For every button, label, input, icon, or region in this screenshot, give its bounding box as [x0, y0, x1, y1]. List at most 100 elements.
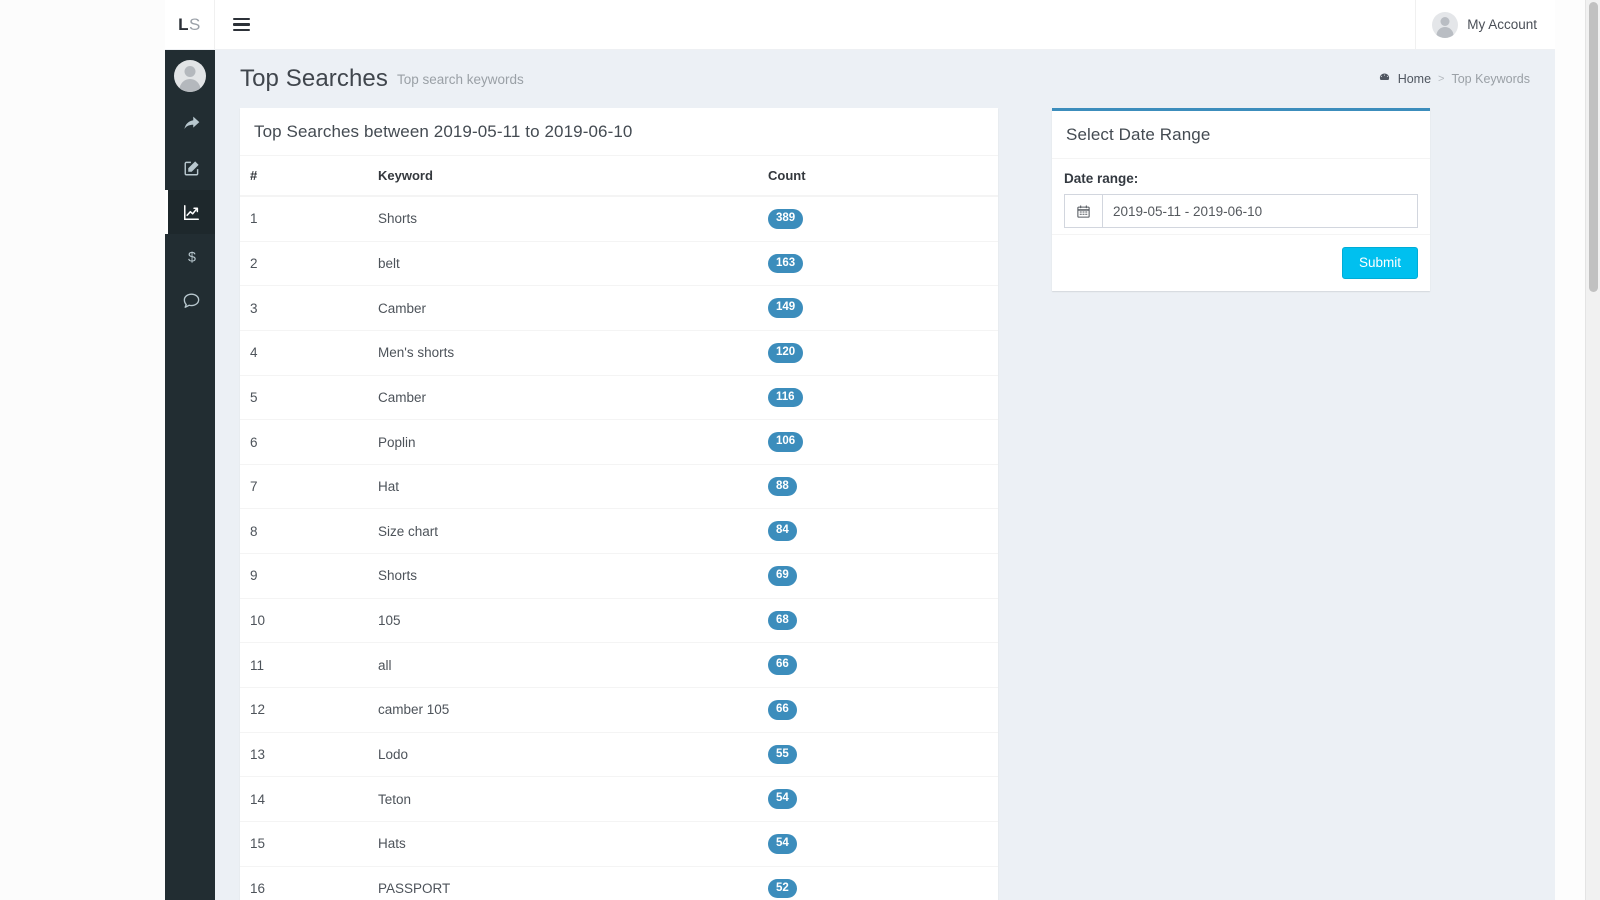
- cell-keyword: Men's shorts: [368, 329, 758, 376]
- cell-keyword: Camber: [368, 374, 758, 420]
- table-head: # Keyword Count: [240, 156, 998, 197]
- sidebar-item-edit[interactable]: [165, 146, 215, 190]
- date-range-panel-footer: Submit: [1052, 234, 1430, 291]
- date-range-form: Date range:: [1052, 159, 1430, 234]
- top-keywords-table: # Keyword Count 1 Shorts 389 2 belt 163 3 Cambe…: [240, 156, 998, 900]
- cell-index: 16: [240, 865, 368, 900]
- calendar-icon[interactable]: [1065, 195, 1103, 227]
- column-header-count: Count: [758, 156, 998, 197]
- cell-keyword: Hat: [368, 463, 758, 509]
- count-badge: 116: [768, 387, 803, 408]
- date-range-input-group[interactable]: [1064, 194, 1418, 228]
- hamburger-menu-icon[interactable]: [215, 0, 267, 49]
- column-header-index: #: [240, 156, 368, 197]
- top-searches-panel-header: Top Searches between 2019-05-11 to 2019-…: [240, 108, 998, 156]
- top-searches-panel-body: # Keyword Count 1 Shorts 389 2 belt 163 3 Cambe…: [240, 156, 998, 900]
- cell-count: 84: [758, 508, 998, 554]
- table-row: 12 camber 105 66: [240, 687, 998, 733]
- count-badge: 68: [768, 610, 797, 631]
- cell-keyword: PASSPORT: [368, 865, 758, 900]
- count-badge: 55: [768, 744, 797, 765]
- count-badge: 389: [768, 209, 804, 229]
- account-menu[interactable]: My Account: [1415, 0, 1555, 49]
- window-scrollbar[interactable]: [1585, 0, 1600, 900]
- count-badge: 69: [768, 566, 797, 586]
- table-row: 6 Poplin 106: [240, 419, 998, 465]
- breadcrumb-current: Top Keywords: [1451, 72, 1530, 86]
- window-scrollbar-thumb[interactable]: [1589, 2, 1598, 292]
- sidebar-item-revenue[interactable]: $: [165, 234, 215, 278]
- count-badge: 54: [768, 833, 797, 854]
- count-badge: 52: [768, 878, 797, 899]
- table-row: 14 Teton 54: [240, 776, 998, 822]
- page-title: Top Searches: [240, 65, 388, 92]
- count-badge: 66: [768, 655, 797, 676]
- dashboard-icon: [1378, 71, 1391, 87]
- date-range-panel: Select Date Range Date range: 2019-05-11…: [1052, 108, 1430, 291]
- cell-count: 66: [758, 687, 998, 733]
- cell-keyword: Hats: [368, 820, 758, 867]
- sidebar-item-share-forward[interactable]: [165, 102, 215, 146]
- top-navbar: LS My Account: [165, 0, 1555, 50]
- cell-keyword: Shorts: [368, 553, 758, 599]
- sidebar-item-messages[interactable]: [165, 278, 215, 322]
- cell-count: 106: [758, 419, 998, 465]
- cell-keyword: belt: [368, 240, 758, 286]
- cell-index: 15: [240, 820, 368, 867]
- count-badge: 88: [768, 476, 797, 497]
- cell-count: 54: [758, 820, 998, 867]
- share-arrow-icon: [182, 114, 202, 134]
- table-row: 7 Hat 88: [240, 463, 998, 509]
- cell-index: 11: [240, 642, 368, 688]
- submit-button[interactable]: Submit: [1341, 247, 1418, 279]
- table-row: 8 Size chart 84: [240, 508, 998, 554]
- cell-keyword: 105: [368, 597, 758, 643]
- cell-index: 9: [240, 553, 368, 599]
- chart-line-icon: [182, 203, 201, 222]
- left-gutter: [0, 0, 165, 900]
- content-header: Top Searches Top search keywords Home > …: [215, 50, 1555, 108]
- table-header-row: # Keyword Count: [240, 156, 998, 197]
- top-searches-panel-title: Top Searches between 2019-05-11 to 2019-…: [254, 122, 633, 141]
- hamburger-bars: [232, 15, 250, 35]
- content-body: Top Searches between 2019-05-11 to 2019-…: [215, 108, 1555, 900]
- breadcrumb-home[interactable]: Home: [1378, 71, 1431, 87]
- edit-square-icon: [183, 159, 201, 177]
- cell-index: 7: [240, 463, 368, 509]
- cell-count: 389: [758, 196, 998, 241]
- account-label: My Account: [1467, 17, 1537, 32]
- cell-count: 116: [758, 374, 998, 420]
- breadcrumb: Home > Top Keywords: [1378, 71, 1530, 87]
- table-row: 10 105 68: [240, 597, 998, 643]
- app-logo[interactable]: LS: [165, 0, 215, 49]
- user-avatar-icon: [174, 60, 206, 92]
- cell-index: 14: [240, 776, 368, 822]
- count-badge: 120: [768, 342, 804, 363]
- sidebar-item-analytics[interactable]: [165, 190, 215, 234]
- navbar-spacer: [267, 0, 1415, 49]
- cell-count: 52: [758, 865, 998, 900]
- table-row: 16 PASSPORT 52: [240, 865, 998, 900]
- date-range-input[interactable]: [1103, 195, 1417, 227]
- cell-count: 120: [758, 329, 998, 376]
- cell-index: 12: [240, 687, 368, 733]
- logo-letter-bold: L: [178, 14, 190, 34]
- cell-keyword: Camber: [368, 285, 758, 331]
- cell-keyword: Size chart: [368, 508, 758, 554]
- cell-count: 69: [758, 553, 998, 599]
- cell-keyword: Poplin: [368, 419, 758, 465]
- table-row: 1 Shorts 389: [240, 196, 998, 241]
- count-badge: 106: [768, 432, 804, 452]
- count-badge: 66: [768, 700, 797, 720]
- table-row: 9 Shorts 69: [240, 553, 998, 599]
- cell-index: 8: [240, 508, 368, 554]
- table-row: 4 Men's shorts 120: [240, 329, 998, 376]
- column-header-keyword: Keyword: [368, 156, 758, 197]
- cell-keyword: Teton: [368, 776, 758, 822]
- sidebar-item-user-avatar[interactable]: [165, 50, 215, 102]
- cell-index: 6: [240, 419, 368, 465]
- count-badge: 84: [768, 521, 797, 542]
- date-range-panel-title: Select Date Range: [1066, 125, 1211, 144]
- cell-count: 149: [758, 285, 998, 331]
- cell-index: 3: [240, 285, 368, 331]
